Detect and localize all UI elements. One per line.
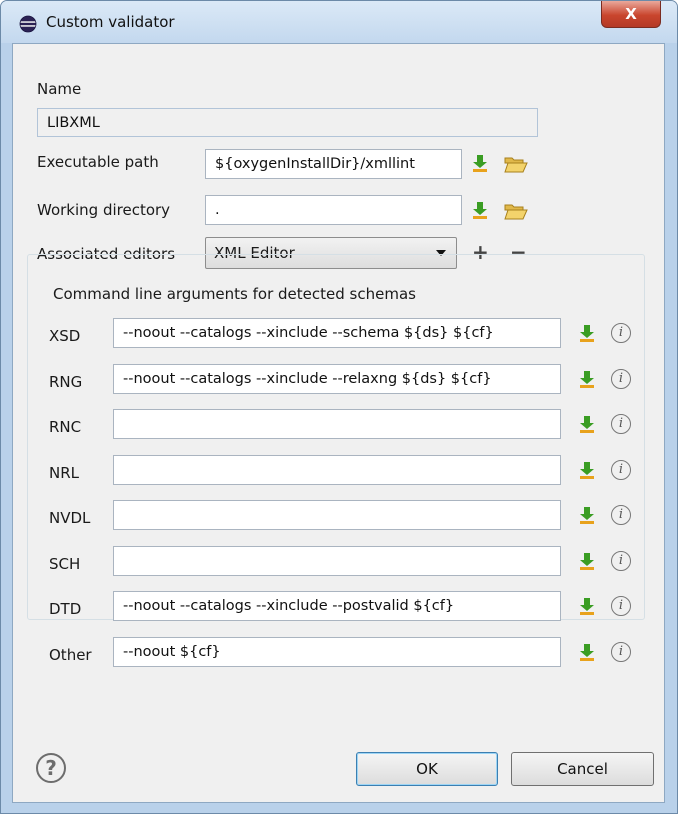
schema-label-nvdl: NVDL: [49, 509, 91, 527]
open-folder-icon[interactable]: [504, 202, 528, 220]
schema-args-input-sch[interactable]: [113, 546, 561, 576]
schema-label-nrl: NRL: [49, 464, 79, 482]
name-label: Name: [37, 80, 82, 98]
schemas-group-title: Command line arguments for detected sche…: [50, 285, 419, 303]
download-arrow-icon[interactable]: [579, 598, 595, 616]
info-icon[interactable]: i: [611, 323, 631, 343]
download-arrow-icon[interactable]: [472, 202, 488, 220]
executable-path-label: Executable path: [37, 153, 159, 171]
download-arrow-icon[interactable]: [579, 416, 595, 434]
info-icon[interactable]: i: [611, 505, 631, 525]
schema-args-input-nvdl[interactable]: [113, 500, 561, 530]
open-folder-icon[interactable]: [504, 155, 528, 173]
info-icon[interactable]: i: [611, 596, 631, 616]
schema-args-input-xsd[interactable]: --noout --catalogs --xinclude --schema $…: [113, 318, 561, 348]
schema-label-rng: RNG: [49, 373, 83, 391]
schema-args-input-other[interactable]: --noout ${cf}: [113, 637, 561, 667]
info-icon[interactable]: i: [611, 460, 631, 480]
working-directory-input[interactable]: .: [205, 195, 462, 225]
schema-args-input-rng[interactable]: --noout --catalogs --xinclude --relaxng …: [113, 364, 561, 394]
schema-label-dtd: DTD: [49, 600, 82, 618]
info-icon[interactable]: i: [611, 369, 631, 389]
working-directory-label: Working directory: [37, 201, 171, 219]
schema-label-sch: SCH: [49, 555, 81, 573]
schema-label-xsd: XSD: [49, 327, 81, 345]
schema-args-input-dtd[interactable]: --noout --catalogs --xinclude --postvali…: [113, 591, 561, 621]
download-arrow-icon[interactable]: [579, 462, 595, 480]
download-arrow-icon[interactable]: [579, 644, 595, 662]
title-bar[interactable]: Custom validator X: [1, 1, 677, 43]
close-button[interactable]: X: [601, 1, 661, 28]
schema-label-other: Other: [49, 646, 92, 664]
eclipse-app-icon: [19, 15, 37, 33]
info-icon[interactable]: i: [611, 551, 631, 571]
ok-button[interactable]: OK: [356, 752, 498, 786]
info-icon[interactable]: i: [611, 414, 631, 434]
name-field[interactable]: LIBXML: [37, 108, 538, 137]
help-icon[interactable]: ?: [36, 753, 66, 783]
download-arrow-icon[interactable]: [579, 371, 595, 389]
download-arrow-icon[interactable]: [579, 553, 595, 571]
download-arrow-icon[interactable]: [579, 325, 595, 343]
download-arrow-icon[interactable]: [472, 155, 488, 173]
download-arrow-icon[interactable]: [579, 507, 595, 525]
executable-path-input[interactable]: ${oxygenInstallDir}/xmllint: [205, 149, 462, 179]
cancel-button[interactable]: Cancel: [511, 752, 654, 786]
schema-args-input-nrl[interactable]: [113, 455, 561, 485]
close-icon: X: [625, 5, 637, 23]
info-icon[interactable]: i: [611, 642, 631, 662]
window-title: Custom validator: [46, 13, 175, 31]
schema-label-rnc: RNC: [49, 418, 82, 436]
schema-args-input-rnc[interactable]: [113, 409, 561, 439]
